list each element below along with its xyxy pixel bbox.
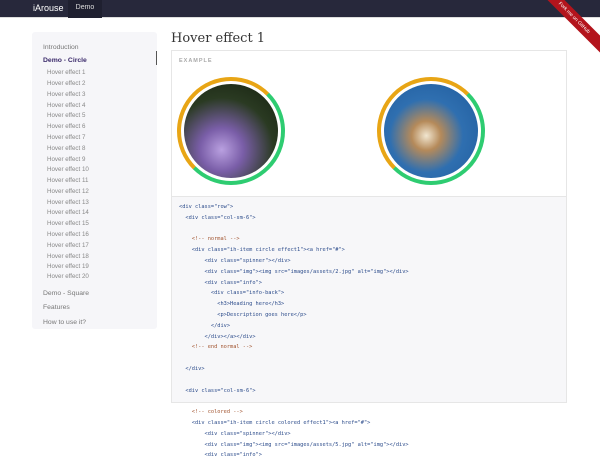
code-line: </div></a></div> [179, 333, 256, 340]
sidebar-item[interactable]: Hover effect 10 [47, 166, 89, 173]
sidebar-item[interactable]: Demo - Square [43, 290, 89, 297]
code-line: <div class="row"> [179, 204, 234, 210]
sidebar-item[interactable]: Demo - Circle [43, 57, 87, 64]
code-line: </div> [179, 322, 231, 329]
sidebar-item[interactable]: Hover effect 18 [47, 253, 89, 260]
sidebar: Introduction Demo - Circle Hover effect 1 H… [32, 32, 157, 329]
nav-demo-link[interactable]: Demo [68, 0, 102, 18]
code-line: </div> [179, 365, 205, 372]
sidebar-item[interactable]: Hover effect 3 [47, 91, 85, 98]
code-line: <div class="info-back"> [179, 290, 285, 297]
sidebar-item[interactable]: Hover effect 8 [47, 145, 85, 152]
sidebar-item[interactable]: Features [43, 304, 70, 311]
sidebar-item[interactable]: Hover effect 4 [47, 102, 85, 109]
sidebar-item[interactable]: Hover effect 13 [47, 199, 89, 206]
sidebar-item[interactable]: Hover effect 2 [47, 80, 85, 87]
sidebar-item[interactable]: Hover effect 20 [47, 273, 89, 280]
sidebar-item[interactable]: Hover effect 6 [47, 123, 85, 130]
code-line: <!-- end normal --> [179, 344, 253, 351]
code-line: <p>Description goes here</p> [179, 311, 307, 318]
example-label: EXAMPLE [179, 58, 213, 64]
code-line: <div class="img"><img src="images/assets… [179, 268, 409, 275]
code-line: <div class="spinner"></div> [179, 257, 291, 264]
hover-circle-colored[interactable] [377, 77, 485, 185]
sidebar-item[interactable]: Hover effect 15 [47, 220, 89, 227]
code-line: <div class="img"><img src="images/assets… [179, 441, 409, 448]
code-line: <div class="ih-item circle effect1"><a h… [179, 247, 345, 254]
code-line: <div class="ih-item circle colored effec… [179, 419, 371, 426]
brand-link[interactable]: iArouse [33, 3, 64, 13]
sidebar-item[interactable]: Hover effect 14 [47, 209, 89, 216]
sidebar-item[interactable]: Hover effect 9 [47, 156, 85, 163]
sidebar-item[interactable]: Hover effect 5 [47, 112, 85, 119]
sidebar-item[interactable]: Hover effect 17 [47, 242, 89, 249]
code-line: <div class="col-sm-6"> [179, 387, 256, 394]
code-line: <!-- colored --> [179, 409, 243, 416]
sidebar-item[interactable]: Hover effect 16 [47, 231, 89, 238]
code-line: <div class="info"> [179, 279, 262, 286]
page-title: Hover effect 1 [171, 31, 266, 46]
hover-circle-normal[interactable] [177, 77, 285, 185]
sidebar-item[interactable]: Introduction [43, 44, 79, 51]
code-line: <div class="spinner"></div> [179, 430, 291, 437]
example-panel: EXAMPLE [171, 50, 567, 196]
code-line: <h3>Heading here</h3> [179, 301, 285, 308]
sidebar-item[interactable]: Hover effect 1 [47, 69, 85, 76]
sidebar-item[interactable]: Hover effect 12 [47, 188, 89, 195]
sidebar-item[interactable]: How to use it? [43, 319, 86, 326]
flower-image [184, 84, 278, 178]
sidebar-item[interactable]: Hover effect 7 [47, 134, 85, 141]
sidebar-item[interactable]: Hover effect 19 [47, 263, 89, 270]
code-line: <div class="col-sm-6"> [179, 214, 256, 221]
flower-image [384, 84, 478, 178]
active-indicator [156, 51, 157, 65]
sidebar-item[interactable]: Hover effect 11 [47, 177, 88, 184]
code-block: <div class="row"> <div class="col-sm-6">… [171, 196, 567, 458]
code-line: <div class="info"> [179, 452, 262, 459]
code-line: <!-- normal --> [179, 236, 240, 243]
navbar: iArouse Demo [0, 0, 600, 18]
